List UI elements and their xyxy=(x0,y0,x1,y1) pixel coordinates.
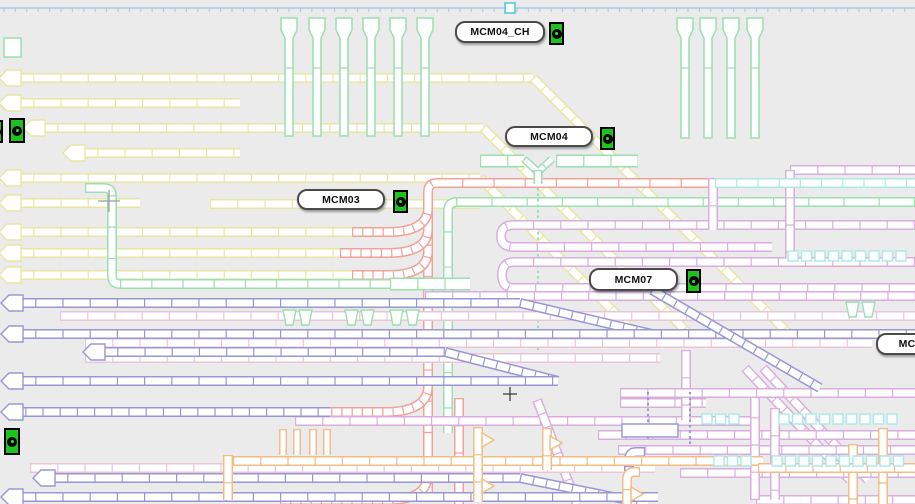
status-indicator-green[interactable] xyxy=(686,269,701,293)
status-indicator-green[interactable] xyxy=(600,127,615,150)
status-indicator-green[interactable] xyxy=(4,428,20,455)
station-label[interactable]: MCM04 xyxy=(505,126,593,147)
ruler-selection-handle[interactable] xyxy=(505,3,515,13)
station-label[interactable]: MCM04_CH xyxy=(455,21,545,43)
indicator-dot-icon xyxy=(7,437,17,447)
indicator-dot-icon xyxy=(0,127,1,137)
conveyor-network-drawing xyxy=(0,0,915,504)
status-indicator-green[interactable] xyxy=(549,22,564,45)
bhs-overview-canvas: MCM04_CH MCM04 MCM03 MCM07 MC xyxy=(0,0,915,504)
station-label[interactable]: MCM03 xyxy=(297,189,385,210)
indicator-dot-icon xyxy=(689,276,699,286)
station-label[interactable]: MCM07 xyxy=(589,268,678,291)
indicator-dot-icon xyxy=(552,29,562,39)
selection-ruler xyxy=(0,3,915,13)
station-label[interactable]: MC xyxy=(876,333,915,355)
indicator-dot-icon xyxy=(603,134,613,144)
conveyor-tracks xyxy=(6,78,915,504)
status-indicator-green[interactable] xyxy=(9,118,25,143)
indicator-dot-icon xyxy=(396,197,406,207)
status-indicator-green[interactable] xyxy=(393,190,408,213)
status-indicator-green[interactable] xyxy=(0,120,3,143)
indicator-dot-icon xyxy=(12,126,22,136)
